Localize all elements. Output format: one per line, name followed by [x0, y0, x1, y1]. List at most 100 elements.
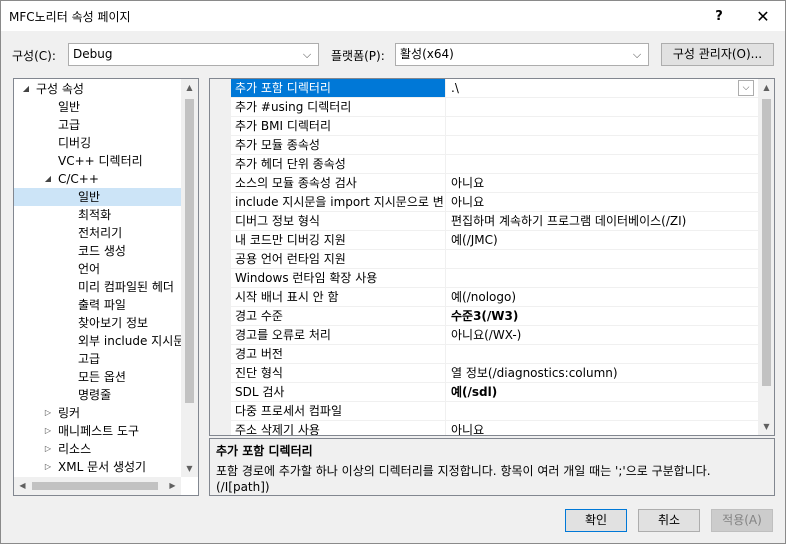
property-name[interactable]: 다중 프로세서 컴파일 [231, 402, 446, 420]
property-name[interactable]: Windows 런타임 확장 사용 [231, 269, 446, 287]
tree-item[interactable]: ▷ 리소스 [14, 440, 181, 458]
grid-row[interactable]: SDL 검사 예(/sdl) [231, 383, 758, 402]
config-dropdown[interactable]: Debug ⌵ [68, 43, 319, 66]
grid-row[interactable]: 추가 헤더 단위 종속성 [231, 155, 758, 174]
property-value[interactable] [447, 98, 758, 116]
tree-item[interactable]: 코드 생성 [14, 242, 181, 260]
collapse-arrow-icon[interactable]: ◢ [20, 80, 32, 98]
tree-item[interactable]: 고급 [14, 116, 181, 134]
grid-row[interactable]: 디버그 정보 형식 편집하며 계속하기 프로그램 데이터베이스(/ZI) [231, 212, 758, 231]
cancel-button[interactable]: 취소 [638, 509, 700, 532]
scroll-thumb[interactable] [32, 482, 158, 490]
grid-row[interactable]: 경고 버전 [231, 345, 758, 364]
property-name[interactable]: 추가 포함 디렉터리 [231, 79, 446, 97]
property-name[interactable]: 주소 삭제기 사용 [231, 421, 446, 435]
property-value[interactable]: 수준3(/W3) [447, 307, 758, 325]
grid-row[interactable]: Windows 런타임 확장 사용 [231, 269, 758, 288]
tree-item[interactable]: ▷ 매니페스트 도구 [14, 422, 181, 440]
collapse-arrow-icon[interactable]: ◢ [42, 170, 54, 188]
property-value[interactable]: 아니요 [447, 421, 758, 435]
grid-row[interactable]: 추가 BMI 디렉터리 [231, 117, 758, 136]
property-name[interactable]: SDL 검사 [231, 383, 446, 401]
expand-arrow-icon[interactable]: ▷ [42, 458, 54, 476]
scroll-thumb[interactable] [185, 99, 194, 403]
tree-item[interactable]: 모든 옵션 [14, 368, 181, 386]
property-name[interactable]: 경고 수준 [231, 307, 446, 325]
property-value[interactable]: 아니요(/WX-) [447, 326, 758, 344]
property-value[interactable]: 아니요 [447, 174, 758, 192]
tree-item[interactable]: 언어 [14, 260, 181, 278]
property-tree[interactable]: ◢ 구성 속성 일반 고급 디버깅 VC++ 디렉터리 ◢ C/C++ 일반 최적화 전처리기 코드 … [13, 78, 199, 496]
grid-row[interactable]: 주소 삭제기 사용 아니요 [231, 421, 758, 435]
scroll-left-icon[interactable]: ◀ [14, 477, 31, 494]
grid-vertical-scrollbar[interactable]: ▲ ▼ [758, 79, 774, 435]
property-value[interactable]: 아니요 [447, 193, 758, 211]
close-button[interactable]: ✕ [743, 1, 783, 31]
grid-row[interactable]: 다중 프로세서 컴파일 [231, 402, 758, 421]
property-value[interactable] [447, 402, 758, 420]
grid-row[interactable]: 경고 수준 수준3(/W3) [231, 307, 758, 326]
property-name[interactable]: 추가 헤더 단위 종속성 [231, 155, 446, 173]
apply-button[interactable]: 적용(A) [711, 509, 773, 532]
property-name[interactable]: 추가 BMI 디렉터리 [231, 117, 446, 135]
tree-item[interactable]: 외부 include 지시문 [14, 332, 184, 350]
property-grid[interactable]: 추가 포함 디렉터리 .\ ⌵ 추가 #using 디렉터리 추가 BMI 디렉터리 추가… [209, 78, 775, 436]
property-name[interactable]: 내 코드만 디버깅 지원 [231, 231, 446, 249]
property-value[interactable] [447, 117, 758, 135]
property-name[interactable]: 디버그 정보 형식 [231, 212, 446, 230]
tree-item[interactable]: ◢ 구성 속성 [14, 80, 181, 98]
grid-row[interactable]: 경고를 오류로 처리 아니요(/WX-) [231, 326, 758, 345]
tree-horizontal-scrollbar[interactable]: ◀ ▶ [14, 477, 181, 495]
property-name[interactable]: 소스의 모듈 종속성 검사 [231, 174, 446, 192]
grid-row[interactable]: 추가 포함 디렉터리 .\ ⌵ [231, 79, 758, 98]
grid-row[interactable]: 진단 형식 열 정보(/diagnostics:column) [231, 364, 758, 383]
scroll-down-icon[interactable]: ▼ [181, 460, 198, 477]
value-dropdown-icon[interactable]: ⌵ [738, 80, 754, 96]
grid-row[interactable]: 시작 배너 표시 안 함 예(/nologo) [231, 288, 758, 307]
grid-row[interactable]: 내 코드만 디버깅 지원 예(/JMC) [231, 231, 758, 250]
property-value[interactable]: 예(/JMC) [447, 231, 758, 249]
property-name[interactable]: 경고 버전 [231, 345, 446, 363]
property-value[interactable]: 열 정보(/diagnostics:column) [447, 364, 758, 382]
tree-item[interactable]: 최적화 [14, 206, 181, 224]
property-value[interactable] [447, 345, 758, 363]
scroll-down-icon[interactable]: ▼ [758, 418, 774, 435]
tree-item[interactable]: 일반 [14, 98, 181, 116]
property-value[interactable] [447, 250, 758, 268]
property-name[interactable]: 경고를 오류로 처리 [231, 326, 446, 344]
tree-item[interactable]: 고급 [14, 350, 181, 368]
tree-item[interactable]: 디버깅 [14, 134, 181, 152]
grid-row[interactable]: 추가 #using 디렉터리 [231, 98, 758, 117]
grid-row[interactable]: 추가 모듈 종속성 [231, 136, 758, 155]
property-value[interactable]: 예(/sdl) [447, 383, 758, 401]
property-name[interactable]: 공용 언어 런타임 지원 [231, 250, 446, 268]
property-name[interactable]: 시작 배너 표시 안 함 [231, 288, 446, 306]
scroll-up-icon[interactable]: ▲ [758, 79, 774, 96]
title-bar[interactable]: MFC노리터 속성 페이지 ? ✕ [1, 1, 785, 31]
tree-item[interactable]: ▷ 링커 [14, 404, 181, 422]
tree-item[interactable]: 일반 [14, 188, 181, 206]
tree-item[interactable]: 출력 파일 [14, 296, 181, 314]
config-manager-button[interactable]: 구성 관리자(O)... [661, 43, 774, 66]
property-name[interactable]: 추가 모듈 종속성 [231, 136, 446, 154]
ok-button[interactable]: 확인 [565, 509, 627, 532]
property-value[interactable]: 예(/nologo) [447, 288, 758, 306]
scroll-right-icon[interactable]: ▶ [164, 477, 181, 494]
property-value[interactable]: .\ [447, 79, 758, 97]
expand-arrow-icon[interactable]: ▷ [42, 440, 54, 458]
property-value[interactable] [447, 136, 758, 154]
tree-item[interactable]: VC++ 디렉터리 [14, 152, 181, 170]
property-name[interactable]: 추가 #using 디렉터리 [231, 98, 446, 116]
tree-item[interactable]: 전처리기 [14, 224, 181, 242]
tree-item[interactable]: 명령줄 [14, 386, 181, 404]
tree-item[interactable]: 미리 컴파일된 헤더 [14, 278, 181, 296]
grid-row[interactable]: include 지시문을 import 지시문으로 변 아니요 [231, 193, 758, 212]
help-button[interactable]: ? [699, 1, 739, 31]
expand-arrow-icon[interactable]: ▷ [42, 404, 54, 422]
tree-item[interactable]: ◢ C/C++ [14, 170, 181, 188]
tree-item[interactable]: 찾아보기 정보 [14, 314, 181, 332]
property-value[interactable] [447, 269, 758, 287]
platform-dropdown[interactable]: 활성(x64) ⌵ [395, 43, 649, 66]
scroll-up-icon[interactable]: ▲ [181, 79, 198, 96]
property-name[interactable]: 진단 형식 [231, 364, 446, 382]
